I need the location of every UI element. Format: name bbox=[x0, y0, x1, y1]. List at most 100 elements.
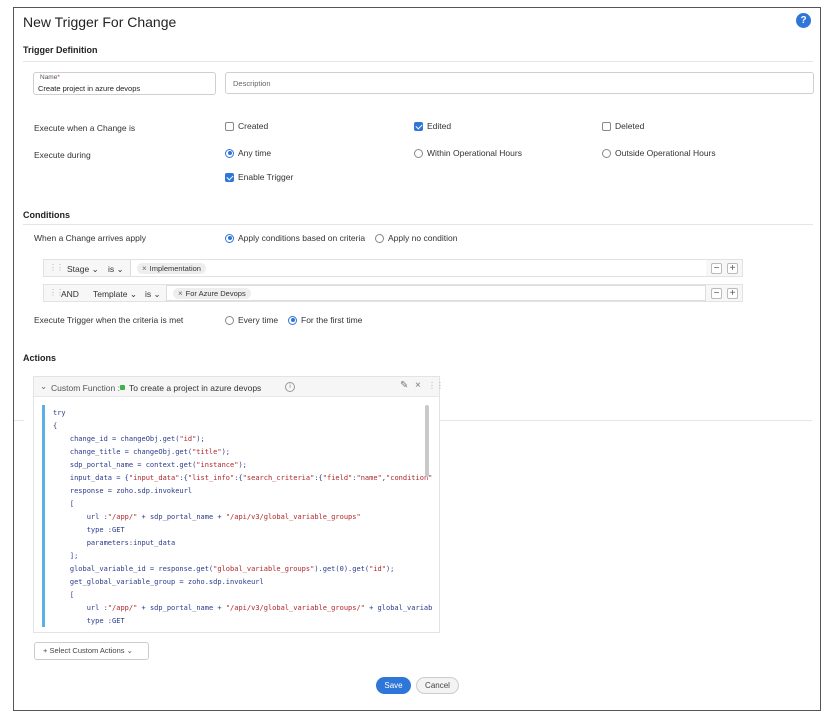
code-line: ]; bbox=[53, 552, 79, 560]
no-condition-label: Apply no condition bbox=[388, 233, 458, 243]
code-line: type :GET bbox=[53, 526, 125, 534]
trigger-dialog: New Trigger For Change ? Trigger Definit… bbox=[13, 7, 821, 711]
code-content: try { change_id = changeObj.get("id"); ch… bbox=[53, 407, 432, 627]
every-time-label: Every time bbox=[238, 315, 279, 325]
remove-condition-button[interactable]: − bbox=[711, 288, 722, 299]
divider bbox=[14, 420, 24, 421]
apply-criteria-radio-dot[interactable] bbox=[225, 233, 234, 243]
condition-operator-select[interactable]: is ⌄ bbox=[145, 289, 161, 300]
code-line: response = zoho.sdp.invokeurl bbox=[53, 487, 193, 495]
any-time-radio[interactable]: Any time bbox=[225, 148, 271, 158]
any-time-radio-dot[interactable] bbox=[225, 148, 234, 158]
close-icon[interactable]: × bbox=[415, 380, 421, 391]
condition-value-field[interactable]: × For Azure Devops bbox=[166, 285, 706, 301]
condition-field-select[interactable]: Stage ⌄ bbox=[67, 264, 99, 275]
trigger-definition-heading: Trigger Definition bbox=[23, 45, 98, 55]
outside-hours-radio-dot[interactable] bbox=[602, 148, 611, 158]
status-dot-icon bbox=[120, 385, 125, 390]
edited-checkbox-label: Edited bbox=[427, 121, 452, 131]
name-input[interactable]: Create project in azure devops bbox=[38, 84, 140, 93]
chevron-down-icon: ⌄ bbox=[116, 264, 124, 274]
remove-chip-icon[interactable]: × bbox=[178, 289, 183, 298]
divider bbox=[23, 61, 813, 62]
collapse-chevron-icon[interactable]: ⌄ bbox=[40, 381, 47, 392]
select-custom-actions-label: Select Custom Actions bbox=[49, 646, 125, 655]
first-time-label: For the first time bbox=[301, 315, 363, 325]
chevron-down-icon: ⌄ bbox=[126, 646, 133, 655]
code-line: get_global_variable_group = zoho.sdp.inv… bbox=[53, 578, 264, 586]
code-line: sdp_portal_name = context.get("instance"… bbox=[53, 461, 247, 469]
enable-trigger-checkbox[interactable]: Enable Trigger bbox=[225, 172, 293, 182]
created-checkbox-label: Created bbox=[238, 121, 269, 131]
value-chip-label: Implementation bbox=[149, 264, 201, 273]
drag-handle-icon[interactable]: ⋮⋮ bbox=[49, 263, 64, 272]
conditions-heading: Conditions bbox=[23, 210, 70, 220]
code-editor[interactable]: try { change_id = changeObj.get("id"); ch… bbox=[42, 405, 432, 627]
add-condition-button[interactable]: + bbox=[727, 288, 738, 299]
divider bbox=[23, 224, 813, 225]
created-checkbox[interactable]: Created bbox=[225, 121, 268, 131]
code-line: global_variable_id = response.get("globa… bbox=[53, 565, 395, 573]
name-field[interactable]: Name* Create project in azure devops bbox=[33, 72, 216, 95]
code-line: type :GET bbox=[53, 617, 125, 625]
code-line: [ bbox=[53, 591, 75, 599]
description-input[interactable]: Description bbox=[233, 79, 271, 88]
edited-checkbox-box[interactable] bbox=[414, 121, 423, 131]
info-icon[interactable]: i bbox=[285, 382, 295, 392]
deleted-checkbox[interactable]: Deleted bbox=[602, 121, 644, 131]
remove-chip-icon[interactable]: × bbox=[142, 264, 147, 273]
edit-icon[interactable]: ✎ bbox=[400, 380, 408, 391]
enable-trigger-checkbox-box[interactable] bbox=[225, 172, 234, 182]
code-line: parameters:input_data bbox=[53, 539, 176, 547]
condition-row: ⋮⋮ Stage ⌄ is ⌄ × Implementation − + bbox=[43, 259, 743, 277]
value-chip-label: For Azure Devops bbox=[185, 289, 246, 298]
condition-field: Template bbox=[93, 289, 128, 299]
every-time-radio-dot[interactable] bbox=[225, 315, 234, 325]
condition-join[interactable]: AND bbox=[61, 289, 79, 299]
no-condition-radio-dot[interactable] bbox=[375, 233, 384, 243]
code-scrollbar[interactable] bbox=[425, 405, 429, 477]
no-condition-radio[interactable]: Apply no condition bbox=[375, 233, 457, 243]
condition-row: ⋮⋮ AND Template ⌄ is ⌄ × For Azure Devops… bbox=[43, 284, 743, 302]
condition-operator-select[interactable]: is ⌄ bbox=[108, 264, 124, 275]
apply-criteria-label: Apply conditions based on criteria bbox=[238, 233, 366, 243]
deleted-checkbox-box[interactable] bbox=[602, 121, 611, 131]
value-chip[interactable]: × Implementation bbox=[137, 263, 206, 274]
execute-during-label: Execute during bbox=[34, 150, 91, 160]
plus-icon: + bbox=[43, 646, 48, 655]
select-custom-actions-button[interactable]: + Select Custom Actions ⌄ bbox=[34, 642, 149, 660]
drag-handle-icon[interactable]: ⋮⋮ bbox=[428, 381, 444, 390]
add-condition-button[interactable]: + bbox=[727, 263, 738, 274]
remove-condition-button[interactable]: − bbox=[711, 263, 722, 274]
outside-hours-radio-label: Outside Operational Hours bbox=[615, 148, 716, 158]
execute-when-label: Execute when a Change is bbox=[34, 123, 136, 133]
help-icon[interactable]: ? bbox=[796, 13, 811, 28]
edited-checkbox[interactable]: Edited bbox=[414, 121, 451, 131]
name-field-label-wrap: Name* bbox=[40, 74, 60, 81]
chevron-down-icon: ⌄ bbox=[153, 289, 161, 299]
apply-criteria-radio[interactable]: Apply conditions based on criteria bbox=[225, 233, 365, 243]
every-time-radio[interactable]: Every time bbox=[225, 315, 278, 325]
code-line: { bbox=[53, 422, 58, 430]
operational-hours-radio[interactable]: Within Operational Hours bbox=[414, 148, 522, 158]
cancel-button[interactable]: Cancel bbox=[416, 677, 459, 694]
first-time-radio[interactable]: For the first time bbox=[288, 315, 362, 325]
description-field[interactable]: Description bbox=[225, 72, 814, 94]
operational-hours-radio-dot[interactable] bbox=[414, 148, 423, 158]
code-line: url :"/app/" + sdp_portal_name + "/api/v… bbox=[53, 513, 361, 521]
value-chip[interactable]: × For Azure Devops bbox=[173, 288, 251, 299]
actions-heading: Actions bbox=[23, 353, 57, 363]
enable-trigger-label: Enable Trigger bbox=[238, 172, 294, 182]
save-button[interactable]: Save bbox=[376, 677, 411, 694]
condition-value-field[interactable]: × Implementation bbox=[130, 260, 706, 276]
outside-hours-radio[interactable]: Outside Operational Hours bbox=[602, 148, 716, 158]
condition-field-select[interactable]: Template ⌄ bbox=[93, 289, 137, 300]
code-line: input_data = {"input_data":{"list_info":… bbox=[53, 474, 432, 482]
first-time-radio-dot[interactable] bbox=[288, 315, 297, 325]
divider bbox=[440, 420, 812, 421]
condition-operator: is bbox=[145, 289, 152, 299]
required-asterisk: * bbox=[57, 74, 60, 81]
deleted-checkbox-label: Deleted bbox=[615, 121, 645, 131]
created-checkbox-box[interactable] bbox=[225, 121, 234, 131]
code-line: [ bbox=[53, 500, 75, 508]
